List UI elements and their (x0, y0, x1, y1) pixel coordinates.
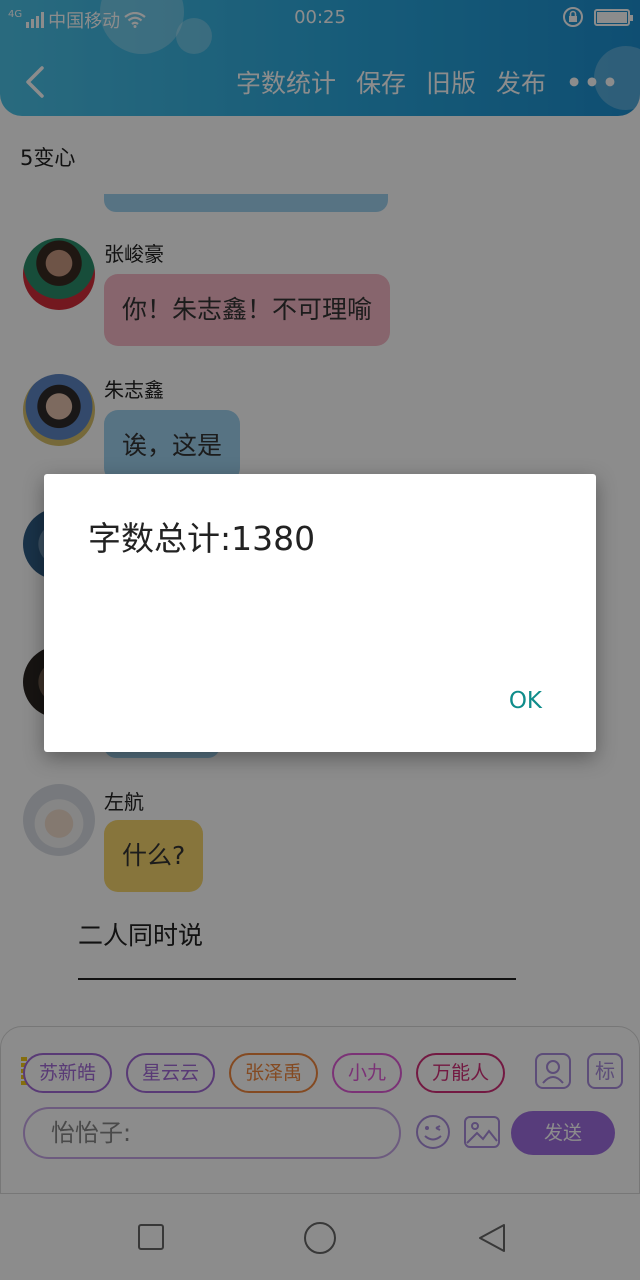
dialog-message: 字数总计:1380 (88, 519, 316, 558)
ok-button[interactable]: OK (509, 688, 542, 714)
word-count-dialog: 字数总计:1380 OK (44, 474, 596, 752)
